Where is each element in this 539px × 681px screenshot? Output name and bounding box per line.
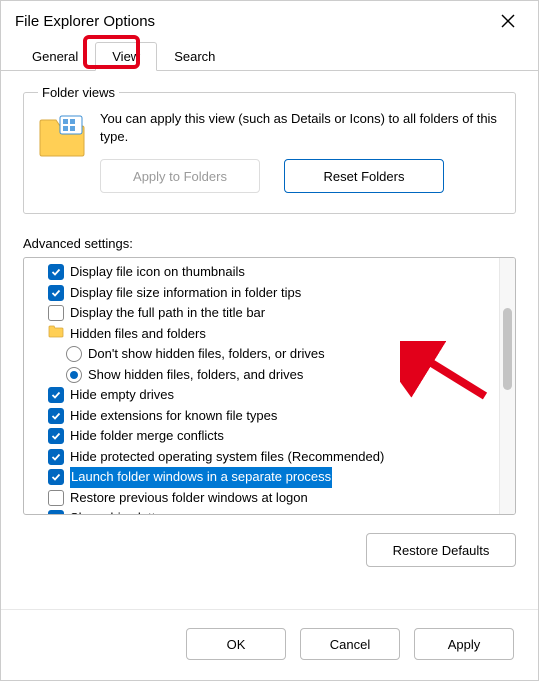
tree-item[interactable]: Display file icon on thumbnails xyxy=(30,262,497,283)
checkbox-icon[interactable] xyxy=(48,428,64,444)
close-icon xyxy=(501,14,515,28)
checkbox-icon[interactable] xyxy=(48,408,64,424)
checkbox-icon[interactable] xyxy=(48,264,64,280)
tab-view[interactable]: View xyxy=(95,42,157,71)
dialog-footer: OK Cancel Apply xyxy=(1,609,538,680)
tree-item-label: Hidden files and folders xyxy=(70,324,206,345)
tree-item-label: Show drive letters xyxy=(70,508,173,514)
close-button[interactable] xyxy=(488,6,528,36)
tree-item[interactable]: Don't show hidden files, folders, or dri… xyxy=(30,344,497,365)
tree-item-label: Hide protected operating system files (R… xyxy=(70,447,384,468)
ok-button[interactable]: OK xyxy=(186,628,286,660)
tab-general[interactable]: General xyxy=(15,42,95,70)
tree-item[interactable]: Launch folder windows in a separate proc… xyxy=(30,467,497,488)
tab-content: Folder views You can apply this view (su… xyxy=(1,71,538,593)
tree-item[interactable]: Hide protected operating system files (R… xyxy=(30,447,497,468)
scrollbar-thumb[interactable] xyxy=(503,308,512,390)
tab-search[interactable]: Search xyxy=(157,42,232,70)
tree-item[interactable]: Display the full path in the title bar xyxy=(30,303,497,324)
tree-item-label: Restore previous folder windows at logon xyxy=(70,488,308,509)
folder-options-icon xyxy=(38,114,86,158)
apply-button[interactable]: Apply xyxy=(414,628,514,660)
tree-item-label: Don't show hidden files, folders, or dri… xyxy=(88,344,325,365)
window-title: File Explorer Options xyxy=(15,13,155,30)
tree-item-label: Launch folder windows in a separate proc… xyxy=(70,467,332,488)
folder-views-legend: Folder views xyxy=(38,85,119,100)
folder-views-group: Folder views You can apply this view (su… xyxy=(23,85,516,214)
checkbox-icon[interactable] xyxy=(48,387,64,403)
tree-item[interactable]: Hide extensions for known file types xyxy=(30,406,497,427)
checkbox-icon[interactable] xyxy=(48,469,64,485)
tree-item-label: Display the full path in the title bar xyxy=(70,303,265,324)
tree-item[interactable]: Hidden files and folders xyxy=(30,324,497,345)
radio-icon[interactable] xyxy=(66,346,82,362)
apply-to-folders-button: Apply to Folders xyxy=(100,159,260,193)
tree-item-label: Display file size information in folder … xyxy=(70,283,301,304)
reset-folders-button[interactable]: Reset Folders xyxy=(284,159,444,193)
restore-defaults-button[interactable]: Restore Defaults xyxy=(366,533,516,567)
folder-icon xyxy=(48,324,64,345)
tree-item[interactable]: Restore previous folder windows at logon xyxy=(30,488,497,509)
vertical-scrollbar[interactable] xyxy=(499,258,515,514)
cancel-button[interactable]: Cancel xyxy=(300,628,400,660)
titlebar: File Explorer Options xyxy=(1,1,538,41)
tree-item-label: Hide extensions for known file types xyxy=(70,406,277,427)
advanced-settings-list: Display file icon on thumbnailsDisplay f… xyxy=(23,257,516,515)
tree-item[interactable]: Show hidden files, folders, and drives xyxy=(30,365,497,386)
radio-icon[interactable] xyxy=(66,367,82,383)
restore-defaults-row: Restore Defaults xyxy=(23,533,516,567)
tree-item[interactable]: Hide folder merge conflicts xyxy=(30,426,497,447)
tree-item-label: Show hidden files, folders, and drives xyxy=(88,365,303,386)
advanced-settings-label: Advanced settings: xyxy=(23,236,516,251)
settings-tree[interactable]: Display file icon on thumbnailsDisplay f… xyxy=(24,258,499,514)
checkbox-icon[interactable] xyxy=(48,449,64,465)
tree-item[interactable]: Show drive letters xyxy=(30,508,497,514)
tree-item-label: Display file icon on thumbnails xyxy=(70,262,245,283)
folder-views-text: You can apply this view (such as Details… xyxy=(100,110,501,145)
checkbox-icon[interactable] xyxy=(48,285,64,301)
dialog-window: File Explorer Options General View Searc… xyxy=(0,0,539,681)
tree-item[interactable]: Display file size information in folder … xyxy=(30,283,497,304)
checkbox-icon[interactable] xyxy=(48,305,64,321)
checkbox-icon[interactable] xyxy=(48,510,64,514)
checkbox-icon[interactable] xyxy=(48,490,64,506)
tree-item-label: Hide folder merge conflicts xyxy=(70,426,224,447)
tree-item[interactable]: Hide empty drives xyxy=(30,385,497,406)
tree-item-label: Hide empty drives xyxy=(70,385,174,406)
tab-strip: General View Search xyxy=(1,41,538,71)
